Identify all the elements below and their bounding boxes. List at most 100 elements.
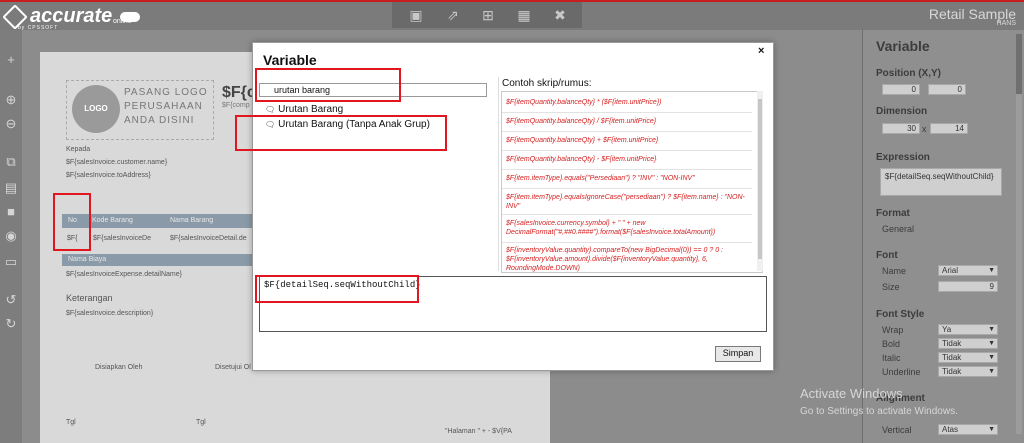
position-label: Position (X,Y) — [876, 68, 941, 79]
vertical-value: Atas — [942, 425, 959, 434]
zoom-in-icon[interactable]: ⊕ — [3, 92, 19, 108]
close-icon[interactable]: × — [758, 45, 764, 57]
font-label: Font — [876, 250, 898, 261]
underline-label: Underline — [882, 367, 921, 377]
italic-value: Tidak — [942, 353, 962, 362]
wrap-label: Wrap — [882, 325, 904, 335]
position-y-input[interactable]: 0 — [928, 84, 966, 95]
logo-circle: LOGO — [72, 85, 120, 133]
panel-scrollbar[interactable] — [1016, 34, 1022, 434]
dialog-title: Variable — [263, 52, 317, 68]
underline-select[interactable]: Tidak ▼ — [938, 366, 998, 377]
variable-list-item-label: Urutan Barang — [278, 104, 344, 115]
chevron-down-icon: ▼ — [988, 426, 995, 433]
paste-icon[interactable]: ▤ — [3, 180, 19, 196]
font-size-input[interactable]: 9 — [938, 281, 998, 292]
detail-code-cell[interactable]: $F{salesInvoiceDe — [93, 235, 151, 242]
dimension-sep: x — [922, 124, 927, 134]
detail-name-cell[interactable]: $F{salesInvoiceDetail.de — [170, 235, 247, 242]
delete-icon[interactable]: ▭ — [3, 254, 19, 270]
example-item[interactable]: $F{itemQuantity.balanceQty} + $F{item.un… — [506, 136, 750, 145]
th-kode-barang[interactable]: Kode Barang — [92, 217, 133, 224]
th-nama-barang[interactable]: Nama Barang — [170, 217, 213, 224]
customer-name-field[interactable]: $F{salesInvoice.customer.name} — [66, 159, 167, 166]
format-value[interactable]: General — [882, 224, 914, 234]
cut-icon[interactable]: ■ — [3, 204, 19, 220]
comment-icon: 🗨 — [265, 105, 276, 114]
example-item[interactable]: $F{item.itemType}.equals("Persediaan") ?… — [506, 174, 750, 183]
dimension-height-input[interactable]: 14 — [930, 123, 968, 134]
save-button[interactable]: Simpan — [715, 346, 761, 362]
disiapkan-label[interactable]: Disiapkan Oleh — [95, 364, 142, 371]
italic-label: Italic — [882, 353, 901, 363]
examples-list[interactable]: $F{itemQuantity.balanceQty} * ($F{item.u… — [501, 91, 763, 273]
example-item[interactable]: $F{salesInvoice.currency.symbol} + " " +… — [506, 219, 750, 237]
chevron-down-icon: ▼ — [988, 267, 995, 274]
example-item[interactable]: $F{itemQuantity.balanceQty} - $F{item.un… — [506, 155, 750, 164]
expression-label: Expression — [876, 152, 930, 163]
th-nama-biaya[interactable]: Nama Biaya — [68, 256, 106, 263]
undo-icon[interactable]: ↺ — [3, 292, 19, 308]
camera-icon[interactable]: ▣ — [408, 7, 424, 23]
example-item[interactable]: $F{itemQuantity.balanceQty} * ($F{item.u… — [506, 98, 750, 107]
add-icon[interactable]: ⊞ — [480, 7, 496, 23]
dimension-label: Dimension — [876, 106, 928, 117]
highlight-box — [255, 68, 401, 102]
example-item[interactable]: $F{inventoryValue.quantity}.compareTo(ne… — [506, 246, 750, 272]
wrap-select[interactable]: Ya ▼ — [938, 324, 998, 335]
expression-field[interactable]: $F{detailSeq.seqWithoutChild} — [880, 168, 1002, 196]
watermark-title: Activate Windows — [800, 386, 903, 401]
divider — [502, 214, 752, 215]
bold-value: Tidak — [942, 339, 962, 348]
dimension-width-input[interactable]: 30 — [882, 123, 920, 134]
close-icon[interactable]: ✖ — [552, 7, 568, 23]
vertical-label: Vertical — [882, 425, 912, 435]
font-size-label: Size — [882, 282, 900, 292]
tgl-label[interactable]: Tgl — [196, 419, 206, 426]
chevron-down-icon: ▼ — [988, 354, 995, 361]
copy-icon[interactable]: ⧉ — [3, 154, 19, 170]
store-icon[interactable]: ▦ — [516, 7, 532, 23]
disetujui-label[interactable]: Disetujui Ol — [215, 364, 251, 371]
bold-label: Bold — [882, 339, 901, 349]
panel-scroll-thumb[interactable] — [1016, 34, 1022, 94]
export-icon[interactable]: ⇗ — [445, 7, 461, 23]
company-sub-variable[interactable]: $F{comp — [222, 102, 250, 109]
tgl-label[interactable]: Tgl — [66, 419, 76, 426]
format-icon[interactable]: ◉ — [3, 228, 19, 244]
divider — [502, 188, 752, 189]
description-field[interactable]: $F{salesInvoice.description} — [66, 310, 153, 317]
redo-icon[interactable]: ↻ — [3, 316, 19, 332]
brand-online: online — [113, 18, 132, 25]
zoom-out-icon[interactable]: ⊖ — [3, 116, 19, 132]
watermark-subtitle: Go to Settings to activate Windows. — [800, 406, 958, 417]
variable-list-item[interactable]: 🗨 Urutan Barang — [265, 104, 343, 115]
panel-title: Variable — [876, 38, 930, 54]
logo-text-line: PERUSAHAAN — [124, 101, 203, 112]
kepada-label[interactable]: Kepada — [66, 146, 90, 153]
font-name-label: Name — [882, 266, 907, 276]
example-item[interactable]: $F{item.itemType}.equalsIgnoreCase("pers… — [506, 193, 750, 211]
bold-select[interactable]: Tidak ▼ — [938, 338, 998, 349]
font-name-select[interactable]: Arial ▼ — [938, 265, 998, 276]
italic-select[interactable]: Tidak ▼ — [938, 352, 998, 363]
examples-scroll-thumb[interactable] — [758, 99, 762, 259]
company-variable[interactable]: $F{c — [222, 84, 256, 102]
add-icon[interactable]: + — [3, 52, 19, 68]
halaman-field[interactable]: "Halaman " + - $V{PA — [445, 428, 512, 435]
underline-value: Tidak — [942, 367, 962, 376]
font-style-label: Font Style — [876, 309, 925, 320]
highlight-box — [53, 193, 91, 251]
divider — [502, 169, 752, 170]
position-x-input[interactable]: 0 — [882, 84, 920, 95]
chevron-down-icon: ▼ — [988, 340, 995, 347]
expense-detail-field[interactable]: $F{salesInvoiceExpense.detailName} — [66, 271, 182, 278]
divider — [502, 112, 752, 113]
format-label: Format — [876, 208, 910, 219]
example-item[interactable]: $F{itemQuantity.balanceQty} / $F{item.un… — [506, 117, 750, 126]
vertical-select[interactable]: Atas ▼ — [938, 424, 998, 435]
to-address-field[interactable]: $F{salesInvoice.toAddress} — [66, 172, 151, 179]
logo-text: PASANG LOGO PERUSAHAAN ANDA DISINI — [124, 86, 208, 128]
app-subtitle: HANS — [996, 20, 1016, 27]
keterangan-label[interactable]: Keterangan — [66, 293, 113, 303]
